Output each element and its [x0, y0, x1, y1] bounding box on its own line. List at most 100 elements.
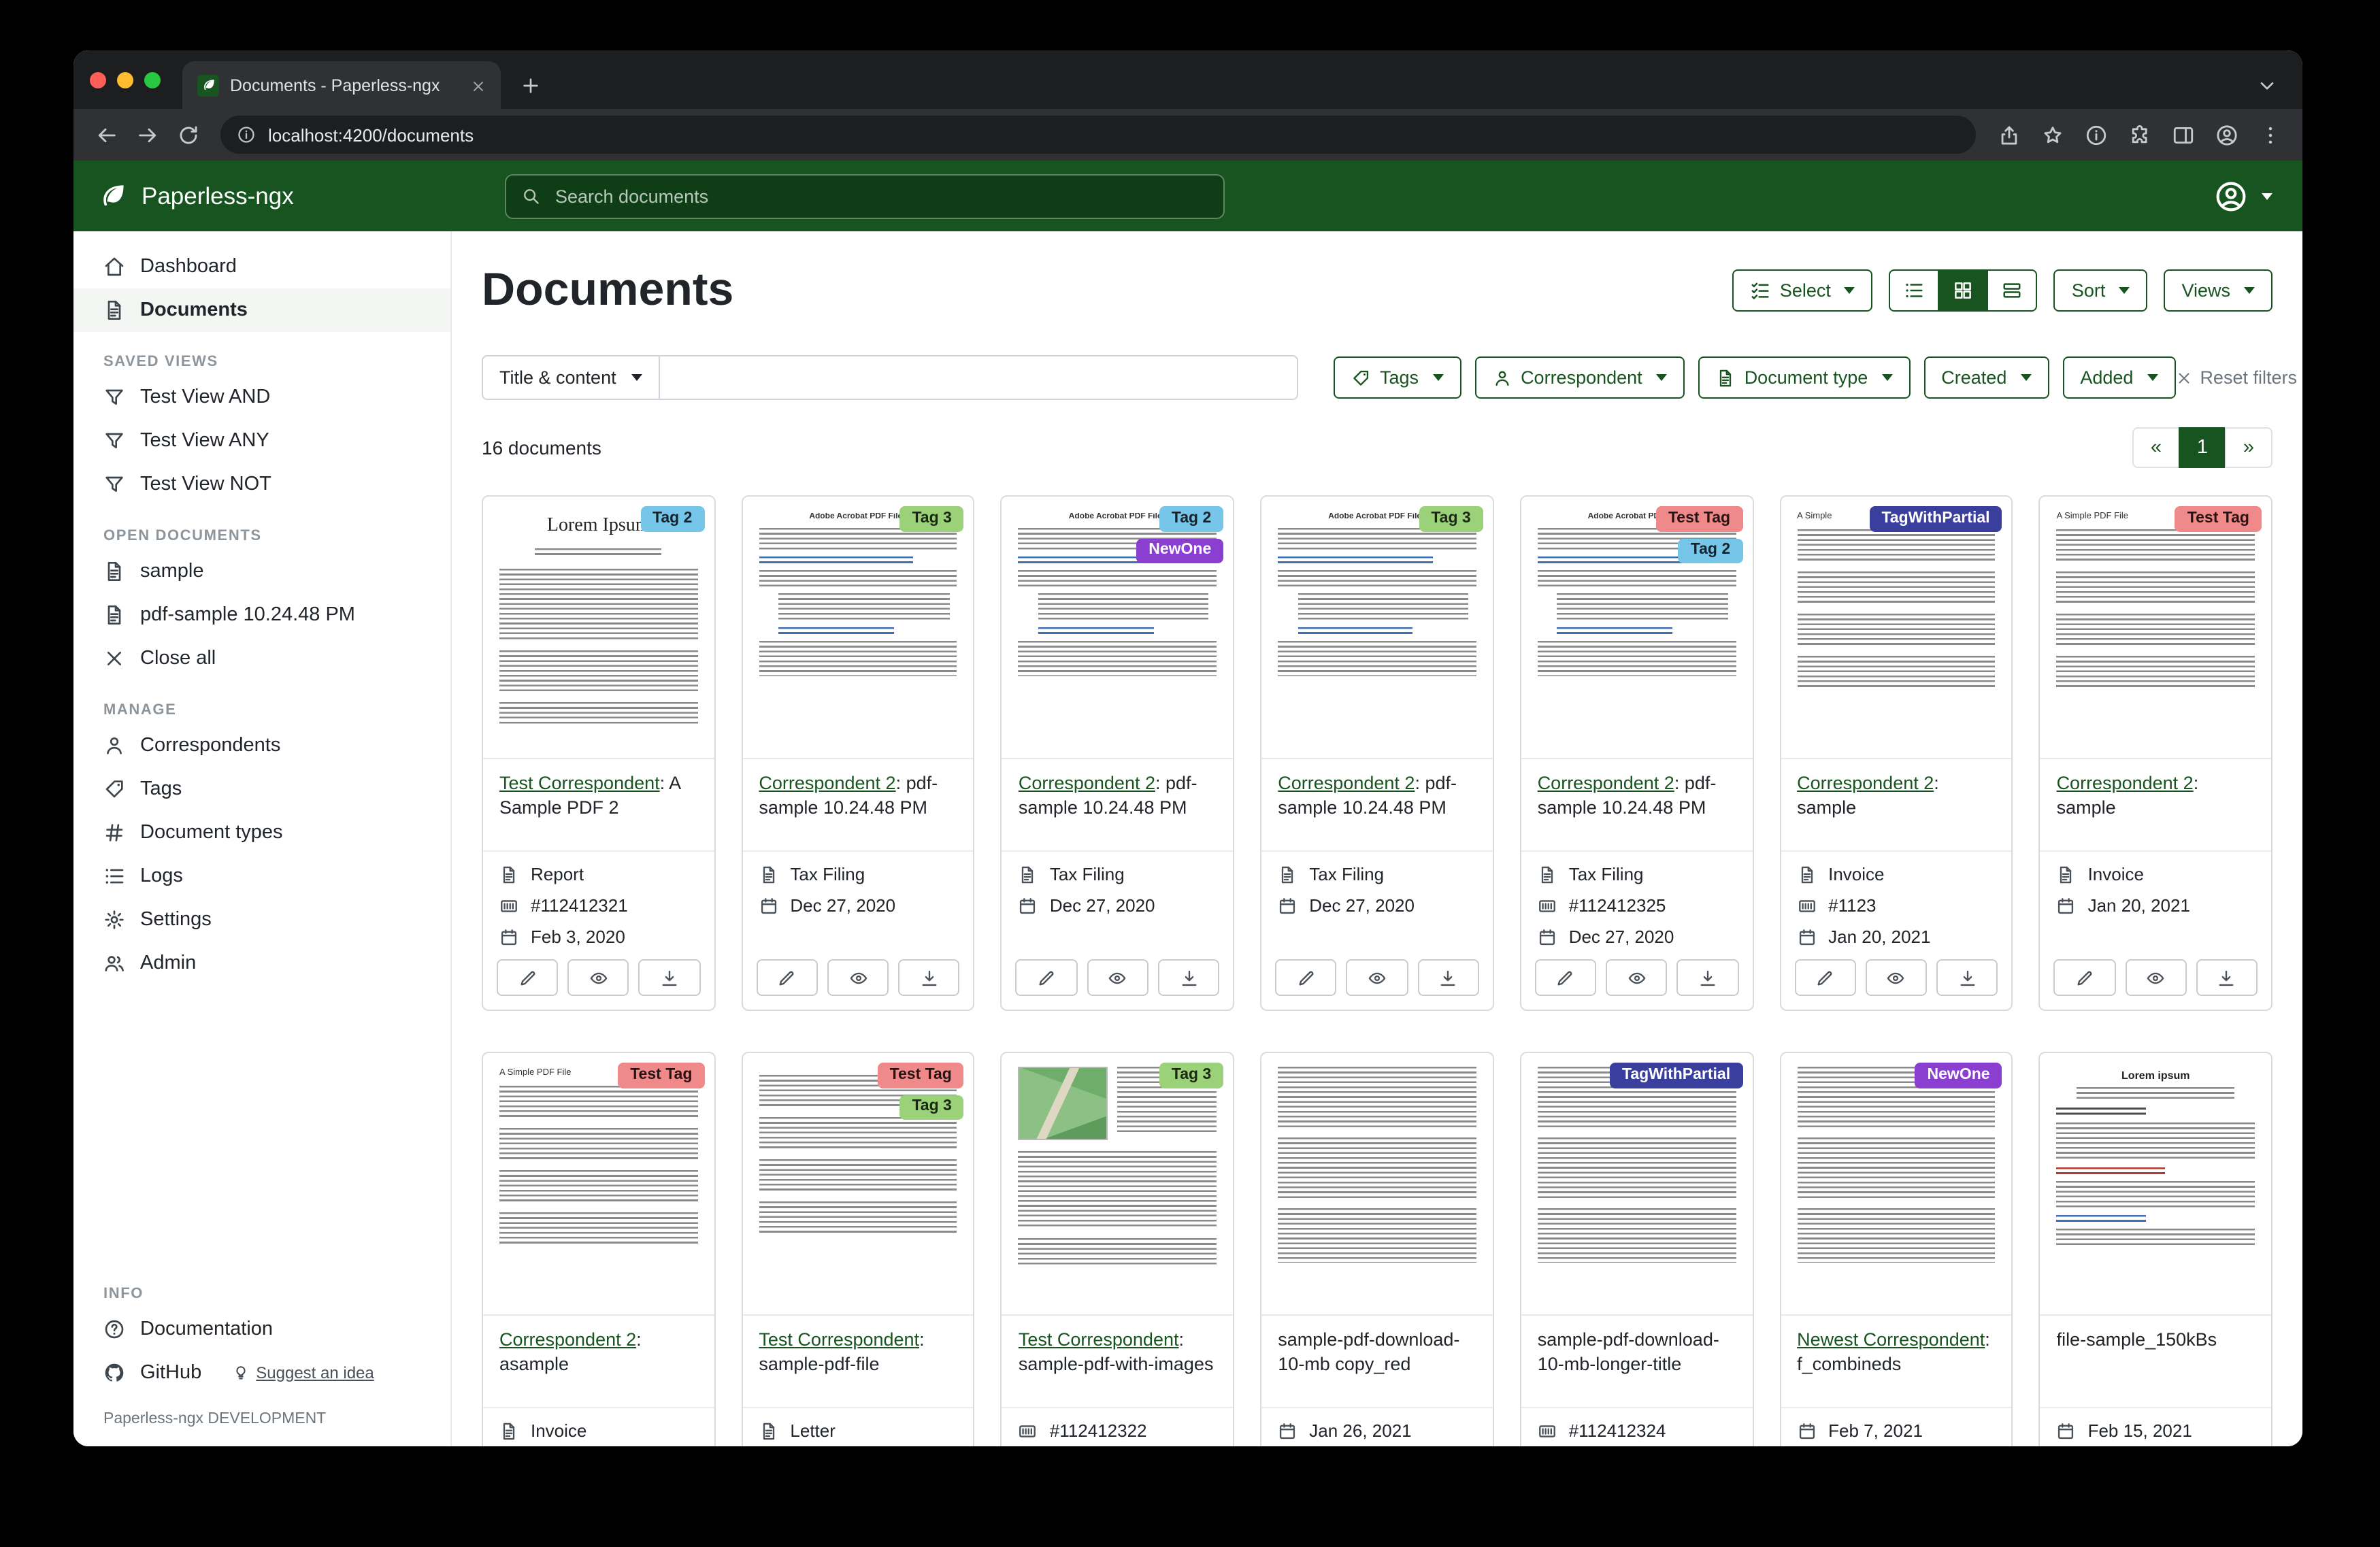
view-button[interactable] — [1606, 959, 1667, 996]
select-button[interactable]: Select — [1732, 269, 1873, 312]
correspondent-link[interactable]: Correspondent 2 — [499, 1329, 636, 1350]
suggest-idea-link[interactable]: Suggest an idea — [233, 1363, 374, 1382]
tab-close-icon[interactable] — [471, 76, 486, 95]
correspondent-link[interactable]: Test Correspondent — [499, 773, 660, 793]
correspondent-link[interactable]: Correspondent 2 — [1797, 773, 1934, 793]
sidebar-item-github[interactable]: GitHubSuggest an idea — [73, 1351, 450, 1395]
sidebar-item-admin[interactable]: Admin — [73, 942, 450, 985]
back-button[interactable] — [87, 116, 125, 154]
tag-chip[interactable]: Test Tag — [618, 1063, 704, 1088]
view-details-button[interactable] — [1987, 269, 2038, 312]
document-thumbnail[interactable]: Test Tag Tag 3 — [742, 1053, 973, 1316]
view-button[interactable] — [1866, 959, 1927, 996]
edit-button[interactable] — [1535, 959, 1596, 996]
edit-button[interactable] — [1016, 959, 1077, 996]
reset-filters-button[interactable]: Reset filters — [2175, 367, 2297, 388]
document-thumbnail[interactable]: TagWithPartialA Simple — [1781, 497, 2011, 759]
search-input[interactable] — [552, 184, 1208, 207]
edit-button[interactable] — [497, 959, 558, 996]
tag-chip[interactable]: Test Tag — [1656, 506, 1742, 531]
document-thumbnail[interactable]: Test TagA Simple PDF File — [483, 1053, 714, 1316]
tag-chip[interactable]: NewOne — [1915, 1063, 2002, 1088]
forward-button[interactable] — [128, 116, 166, 154]
page-1-button[interactable]: 1 — [2179, 427, 2226, 468]
correspondent-link[interactable]: Correspondent 2 — [1278, 773, 1415, 793]
edit-button[interactable] — [1275, 959, 1336, 996]
page-info-button[interactable] — [2077, 116, 2115, 154]
sidebar-item-test-view-and[interactable]: Test View AND — [73, 376, 450, 419]
page-prev-button[interactable]: « — [2132, 427, 2180, 468]
document-thumbnail[interactable]: Test TagA Simple PDF File — [2040, 497, 2271, 759]
tag-chip[interactable]: TagWithPartial — [1869, 506, 2002, 531]
filter-document-type-button[interactable]: Document type — [1698, 356, 1911, 399]
document-thumbnail[interactable]: Tag 3Adobe Acrobat PDF Files — [1261, 497, 1492, 759]
view-list-button[interactable] — [1889, 269, 1940, 312]
sidebar-item-correspondents[interactable]: Correspondents — [73, 724, 450, 767]
profile-avatar-button[interactable] — [2207, 116, 2245, 154]
document-thumbnail[interactable]: Tag 3Adobe Acrobat PDF Files — [742, 497, 973, 759]
filter-tags-button[interactable]: Tags — [1334, 356, 1461, 399]
filter-correspondent-button[interactable]: Correspondent — [1474, 356, 1685, 399]
sidebar-item-logs[interactable]: Logs — [73, 854, 450, 898]
correspondent-link[interactable]: Correspondent 2 — [759, 773, 895, 793]
reload-button[interactable] — [169, 116, 207, 154]
tag-chip[interactable]: Tag 3 — [1159, 1063, 1223, 1088]
sidebar-item-sample[interactable]: sample — [73, 550, 450, 593]
sidebar-item-close-all[interactable]: Close all — [73, 637, 450, 680]
views-button[interactable]: Views — [2164, 269, 2272, 312]
download-button[interactable] — [1417, 959, 1478, 996]
browser-menu-button[interactable] — [2251, 116, 2289, 154]
tag-chip[interactable]: TagWithPartial — [1610, 1063, 1742, 1088]
document-thumbnail[interactable]: NewOne — [1781, 1053, 2011, 1316]
tab-search-button[interactable] — [2248, 67, 2286, 105]
sidebar-item-pdf-sample-10-24-48-pm[interactable]: pdf-sample 10.24.48 PM — [73, 593, 450, 637]
global-search[interactable] — [505, 173, 1225, 218]
document-thumbnail[interactable]: Tag 3 — [1002, 1053, 1233, 1316]
view-grid-button[interactable] — [1938, 269, 1989, 312]
tag-chip[interactable]: Tag 3 — [1419, 506, 1483, 531]
sidebar-item-documents[interactable]: Documents — [73, 288, 450, 332]
share-button[interactable] — [1989, 116, 2028, 154]
tag-chip[interactable]: Tag 3 — [899, 1095, 963, 1120]
download-button[interactable] — [2196, 959, 2258, 996]
tag-chip[interactable]: Tag 2 — [1159, 506, 1223, 531]
view-button[interactable] — [1087, 959, 1148, 996]
tag-chip[interactable]: Tag 2 — [1679, 538, 1742, 563]
minimize-window-button[interactable] — [117, 71, 133, 88]
close-window-button[interactable] — [90, 71, 106, 88]
user-menu-button[interactable] — [2214, 179, 2272, 213]
correspondent-link[interactable]: Correspondent 2 — [2057, 773, 2194, 793]
tag-chip[interactable]: Tag 3 — [899, 506, 963, 531]
filter-text-input[interactable] — [660, 355, 1298, 400]
tag-chip[interactable]: Test Tag — [878, 1063, 964, 1088]
tag-chip[interactable]: Test Tag — [2175, 506, 2262, 531]
edit-button[interactable] — [1794, 959, 1855, 996]
extensions-button[interactable] — [2120, 116, 2158, 154]
view-button[interactable] — [567, 959, 629, 996]
edit-button[interactable] — [2054, 959, 2115, 996]
sidebar-item-document-types[interactable]: Document types — [73, 811, 450, 854]
correspondent-link[interactable]: Correspondent 2 — [1019, 773, 1155, 793]
view-button[interactable] — [2125, 959, 2186, 996]
browser-tab[interactable]: Documents - Paperless-ngx — [182, 61, 501, 109]
tag-chip[interactable]: Tag 2 — [640, 506, 704, 531]
filter-added-button[interactable]: Added — [2062, 356, 2175, 399]
correspondent-link[interactable]: Test Correspondent — [759, 1329, 919, 1350]
filter-created-button[interactable]: Created — [1923, 356, 2049, 399]
download-button[interactable] — [1936, 959, 1998, 996]
sort-button[interactable]: Sort — [2054, 269, 2148, 312]
sidebar-item-tags[interactable]: Tags — [73, 767, 450, 811]
site-info-icon[interactable] — [237, 125, 256, 144]
url-bar[interactable]: localhost:4200/documents — [220, 116, 1976, 154]
tag-chip[interactable]: NewOne — [1136, 538, 1223, 563]
document-thumbnail[interactable]: Lorem ipsum — [2040, 1053, 2271, 1316]
sidebar-item-dashboard[interactable]: Dashboard — [73, 245, 450, 288]
new-tab-button[interactable] — [512, 67, 550, 105]
view-button[interactable] — [827, 959, 889, 996]
document-thumbnail[interactable]: Tag 2Lorem Ipsum — [483, 497, 714, 759]
brand-link[interactable]: Paperless-ngx — [73, 181, 475, 211]
download-button[interactable] — [1158, 959, 1219, 996]
download-button[interactable] — [898, 959, 959, 996]
filter-field-dropdown[interactable]: Title & content — [482, 355, 660, 400]
view-button[interactable] — [1346, 959, 1408, 996]
